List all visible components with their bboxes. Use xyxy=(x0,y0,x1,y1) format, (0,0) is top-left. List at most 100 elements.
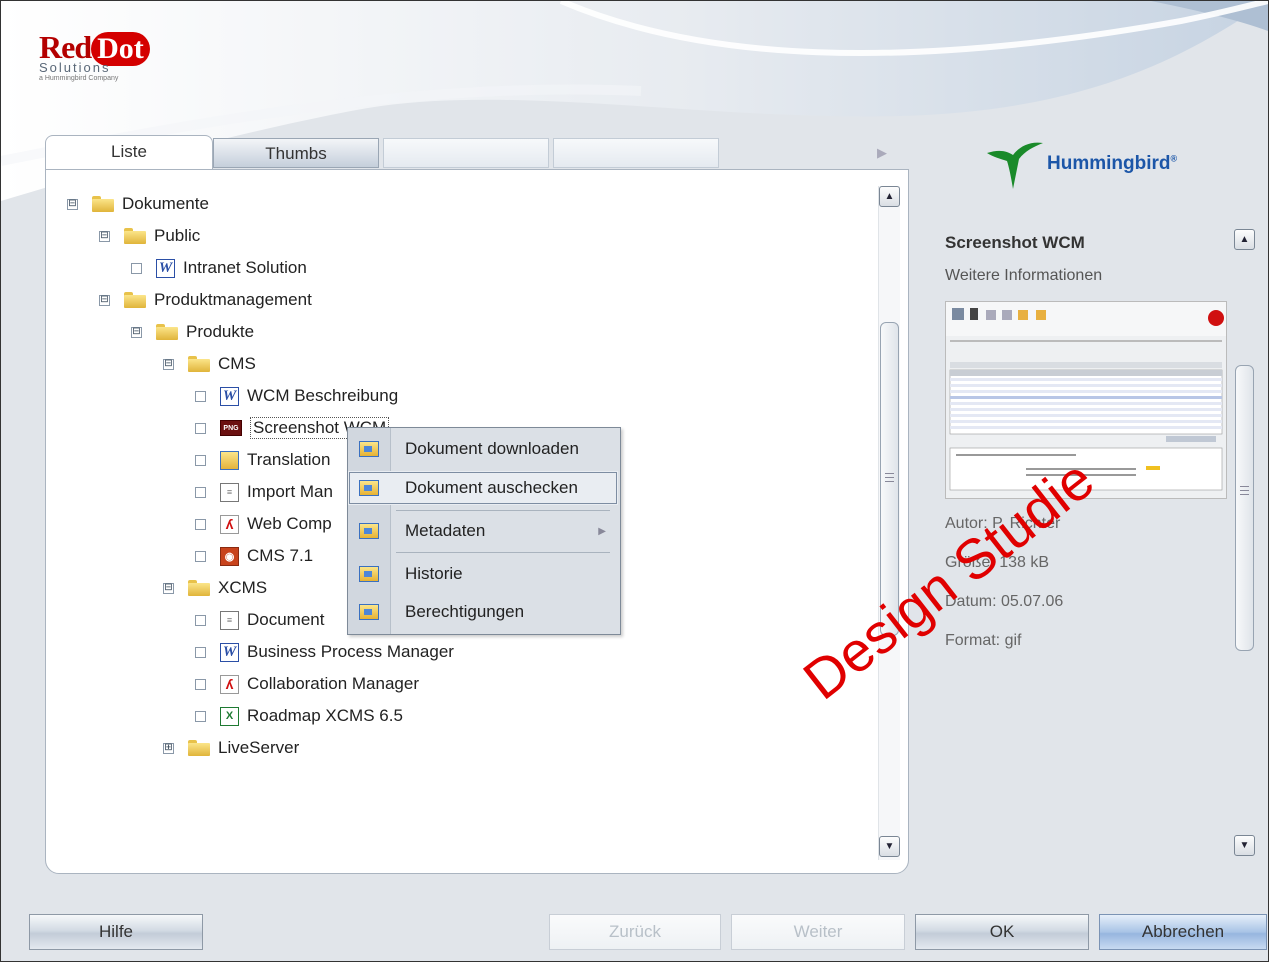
collapse-icon[interactable]: ⊟ xyxy=(99,294,110,306)
grip-icon xyxy=(1240,486,1249,495)
menu-item-label: Historie xyxy=(405,564,463,583)
preview-image xyxy=(946,302,1226,498)
context-menu: Dokument downloaden Dokument auschecken … xyxy=(347,427,621,635)
tree-item-cms-71[interactable]: ◉ CMS 7.1 xyxy=(195,541,313,571)
ppt-doc-icon: ◉ xyxy=(220,546,239,566)
tree-item-label: Collaboration Manager xyxy=(247,674,419,693)
generic-doc-icon xyxy=(220,450,239,470)
leaf-box-icon xyxy=(195,486,206,498)
leaf-box-icon xyxy=(195,678,206,690)
expand-icon[interactable]: ⊞ xyxy=(163,742,174,754)
menu-item-download[interactable]: Dokument downloaden xyxy=(348,432,618,466)
collapse-icon[interactable]: ⊟ xyxy=(163,582,174,594)
collapse-icon[interactable]: ⊟ xyxy=(67,198,78,210)
scroll-thumb[interactable] xyxy=(1235,365,1254,651)
excel-doc-icon: X xyxy=(220,706,239,726)
collapse-icon[interactable]: ⊟ xyxy=(131,326,142,338)
tree-item-label: Intranet Solution xyxy=(183,258,307,277)
folder-icon xyxy=(188,740,210,756)
folder-icon xyxy=(124,228,146,244)
tree-scrollbar[interactable]: ▲ ▼ xyxy=(878,186,900,860)
leaf-box-icon xyxy=(195,646,206,658)
next-button[interactable]: Weiter xyxy=(731,914,905,950)
back-button[interactable]: Zurück xyxy=(549,914,721,950)
info-subtitle[interactable]: Weitere Informationen xyxy=(945,267,1102,285)
leaf-box-icon xyxy=(195,454,206,466)
help-button[interactable]: Hilfe xyxy=(29,914,203,950)
menu-item-label: Metadaten xyxy=(405,521,486,540)
tree-item-wcm-beschreibung[interactable]: W WCM Beschreibung xyxy=(195,381,398,411)
tree-item-label: Dokumente xyxy=(122,194,209,213)
leaf-box-icon xyxy=(195,422,206,434)
menu-separator xyxy=(396,552,610,553)
tab-empty-2[interactable] xyxy=(553,138,719,168)
menu-item-historie[interactable]: Historie xyxy=(348,557,618,591)
tab-liste[interactable]: Liste xyxy=(45,135,213,171)
tree-item-label: Web Comp xyxy=(247,514,332,533)
info-scrollbar[interactable]: ▲ ▼ xyxy=(1234,229,1255,861)
ok-button[interactable]: OK xyxy=(915,914,1089,950)
tree-item-produkte[interactable]: ⊟ Produkte xyxy=(131,317,254,347)
folder-icon xyxy=(124,292,146,308)
tree-item-roadmap-xcms[interactable]: X Roadmap XCMS 6.5 xyxy=(195,701,403,731)
menu-item-label: Dokument auschecken xyxy=(405,478,578,497)
tree-item-label: CMS xyxy=(218,354,256,373)
cancel-button[interactable]: Abbrechen xyxy=(1099,914,1267,950)
scroll-up-button[interactable]: ▲ xyxy=(879,186,900,207)
tree-item-dokumente[interactable]: ⊟ Dokumente xyxy=(67,189,209,219)
tree-item-intranet-solution[interactable]: W Intranet Solution xyxy=(131,253,307,283)
tree-item-public[interactable]: ⊟ Public xyxy=(99,221,200,251)
permissions-icon xyxy=(359,604,379,620)
tree-item-translation[interactable]: Translation xyxy=(195,445,330,475)
tree-item-produktmanagement[interactable]: ⊟ Produktmanagement xyxy=(99,285,312,315)
menu-item-checkout[interactable]: Dokument auschecken xyxy=(348,471,618,505)
preview-thumbnail[interactable] xyxy=(945,301,1227,499)
folder-icon xyxy=(188,356,210,372)
tree-item-label: XCMS xyxy=(218,578,268,597)
tree-item-business-process-manager[interactable]: W Business Process Manager xyxy=(195,637,454,667)
pdf-doc-icon: ʎ xyxy=(220,514,239,534)
tree-item-cms[interactable]: ⊟ CMS xyxy=(163,349,256,379)
collapse-icon[interactable]: ⊟ xyxy=(163,358,174,370)
leaf-box-icon xyxy=(131,262,142,274)
tree-item-document[interactable]: ≡ Document xyxy=(195,605,324,635)
tree-item-xcms[interactable]: ⊟ XCMS xyxy=(163,573,267,603)
meta-format: Format: gif xyxy=(945,632,1022,649)
tree-item-label: Public xyxy=(154,226,201,245)
download-icon xyxy=(359,441,379,457)
leaf-box-icon xyxy=(195,550,206,562)
scroll-up-button[interactable]: ▲ xyxy=(1234,229,1255,250)
menu-item-metadaten[interactable]: Metadaten ▶ xyxy=(348,514,618,548)
word-doc-icon: W xyxy=(220,386,239,406)
checkout-icon xyxy=(359,480,379,496)
tree-item-liveserver[interactable]: ⊞ LiveServer xyxy=(163,733,299,763)
metadata-icon xyxy=(359,523,379,539)
tree-item-web-compliance[interactable]: ʎ Web Comp xyxy=(195,509,332,539)
leaf-box-icon xyxy=(195,614,206,626)
menu-item-label: Dokument downloaden xyxy=(405,439,579,458)
tab-empty-1[interactable] xyxy=(383,138,549,168)
word-doc-icon: W xyxy=(220,642,239,662)
submenu-arrow-icon: ▶ xyxy=(598,525,606,537)
leaf-box-icon xyxy=(195,518,206,530)
tree-item-label: Produktmanagement xyxy=(154,290,312,309)
menu-item-berechtigungen[interactable]: Berechtigungen xyxy=(348,595,618,629)
leaf-box-icon xyxy=(195,710,206,722)
tree-item-collaboration-manager[interactable]: ʎ Collaboration Manager xyxy=(195,669,419,699)
collapse-icon[interactable]: ⊟ xyxy=(99,230,110,242)
info-title: Screenshot WCM xyxy=(945,233,1085,252)
menu-separator xyxy=(396,510,610,511)
tree-item-import-manager[interactable]: ≡ Import Man xyxy=(195,477,333,507)
tab-scroll-right-icon[interactable]: ▶ xyxy=(877,145,887,161)
hummingbird-logo: Hummingbird® xyxy=(985,139,1177,189)
tree-item-label: Translation xyxy=(247,450,331,469)
tab-thumbs[interactable]: Thumbs xyxy=(213,138,379,168)
scroll-down-button[interactable]: ▼ xyxy=(879,836,900,857)
tree-item-label: LiveServer xyxy=(218,738,300,757)
word-doc-icon: W xyxy=(156,258,175,278)
menu-item-label: Berechtigungen xyxy=(405,602,525,621)
reddot-logo: Red Dot Solutions a Hummingbird Company xyxy=(39,29,150,82)
folder-icon xyxy=(92,196,114,212)
scroll-down-button[interactable]: ▼ xyxy=(1234,835,1255,856)
view-tabs: Liste Thumbs ▶ xyxy=(45,135,915,171)
